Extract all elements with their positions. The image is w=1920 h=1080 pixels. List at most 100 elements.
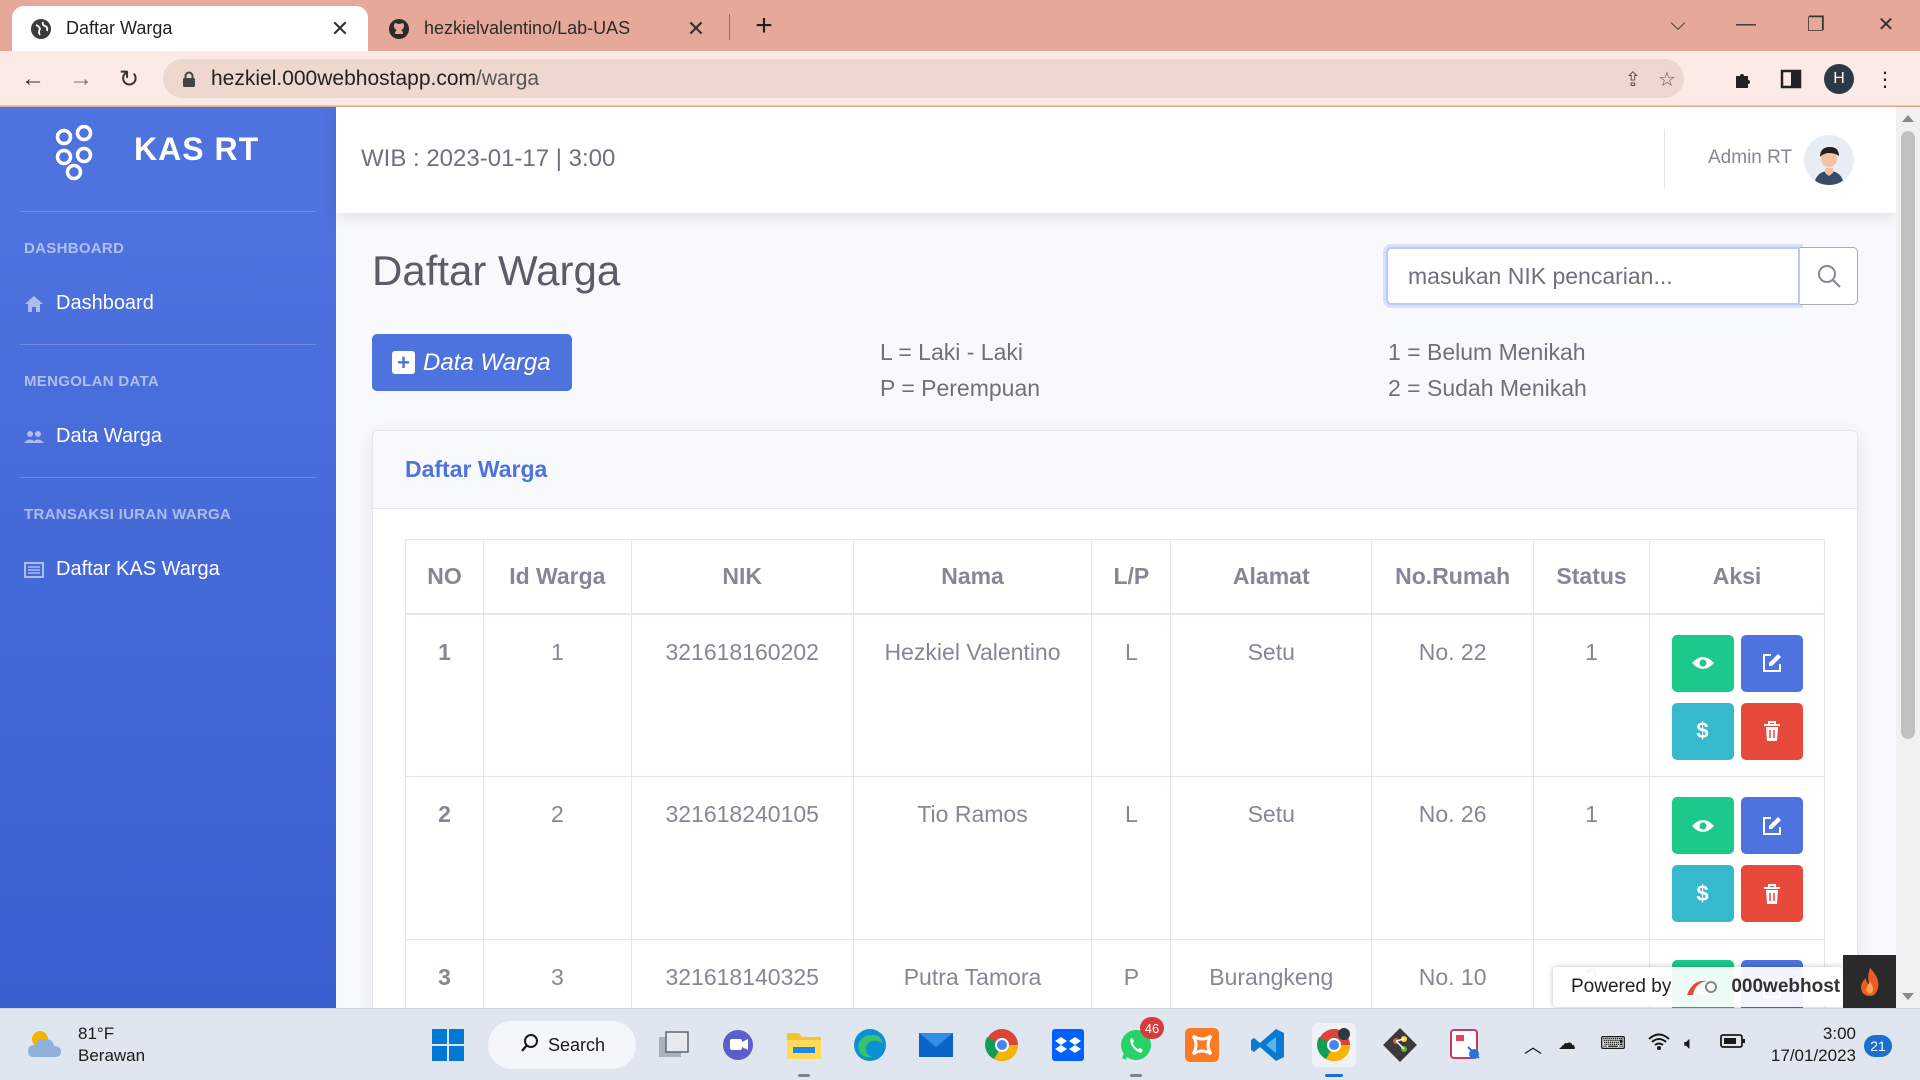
git-icon[interactable]: [1378, 1023, 1422, 1067]
sidebar-divider: [20, 477, 316, 478]
payment-button[interactable]: $: [1671, 865, 1734, 922]
wifi-icon[interactable]: [1648, 1033, 1670, 1056]
topbar-divider: [1664, 129, 1665, 189]
tab-daftar-warga[interactable]: Daftar Warga ✕: [12, 6, 368, 51]
column-header: Nama: [852, 539, 1093, 615]
column-header: Status: [1533, 539, 1651, 615]
person-avatar-icon: [1804, 135, 1854, 185]
chrome-icon[interactable]: [980, 1023, 1024, 1067]
address-bar[interactable]: hezkiel.000webhostapp.com/warga ⇪ ☆: [163, 59, 1684, 98]
add-data-warga-button[interactable]: + Data Warga: [372, 334, 572, 391]
tab-separator: [729, 14, 730, 40]
battery-icon[interactable]: [1720, 1033, 1746, 1054]
sidebar-heading-dashboard: DASHBOARD: [24, 240, 125, 257]
view-button[interactable]: [1671, 797, 1734, 854]
volume-icon[interactable]: 🔈︎: [1684, 1033, 1695, 1054]
weather-description: Berawan: [78, 1046, 146, 1065]
sidebar-heading-mengolan-data: MENGOLAN DATA: [24, 373, 159, 390]
user-name[interactable]: Admin RT: [1708, 147, 1792, 169]
reload-icon[interactable]: ↻: [112, 62, 146, 96]
cell-id-warga: 2: [482, 776, 632, 940]
dropbox-icon[interactable]: [1046, 1023, 1090, 1067]
search-button[interactable]: [1800, 247, 1858, 305]
mail-icon[interactable]: [914, 1023, 958, 1067]
extensions-puzzle-icon[interactable]: [1728, 64, 1758, 94]
page-scrollbar[interactable]: [1896, 107, 1920, 1008]
brand[interactable]: KAS RT: [54, 125, 259, 183]
browser-menu-icon[interactable]: ⋮: [1870, 64, 1900, 94]
close-tab-icon[interactable]: ✕: [326, 15, 354, 43]
forward-arrow-icon[interactable]: →: [64, 62, 98, 96]
keyboard-icon[interactable]: ⌨: [1600, 1033, 1626, 1054]
cell-status: 1: [1533, 776, 1651, 940]
tab-github-lab-uas[interactable]: hezkielvalentino/Lab-UAS ✕: [372, 6, 724, 51]
sidebar-item-label: Data Warga: [56, 425, 162, 447]
table-header-row: NO Id Warga NIK Nama L/P Alamat No.Rumah…: [405, 539, 1825, 615]
tab-search-chevron-icon[interactable]: ⌵: [1658, 8, 1698, 40]
xampp-icon[interactable]: [1180, 1023, 1224, 1067]
restore-icon[interactable]: ❐: [1796, 8, 1836, 40]
column-header: NO: [405, 539, 484, 615]
tray-overflow-chevron-icon[interactable]: ︿: [1524, 1033, 1542, 1059]
whatsapp-icon[interactable]: 46: [1114, 1017, 1164, 1077]
payment-button[interactable]: $: [1671, 702, 1734, 760]
vscode-icon[interactable]: [1246, 1023, 1290, 1067]
sidebar: KAS RT DASHBOARD Dashboard MENGOLAN DATA…: [0, 107, 336, 1008]
taskbar-search[interactable]: Search: [488, 1021, 636, 1069]
delete-button[interactable]: [1740, 865, 1803, 922]
profile-avatar[interactable]: H: [1824, 64, 1854, 94]
sidebar-item-dashboard[interactable]: Dashboard: [24, 292, 154, 315]
back-arrow-icon[interactable]: ←: [16, 62, 50, 96]
cell-alamat: Burangkeng: [1170, 939, 1373, 1008]
edit-button[interactable]: [1740, 634, 1803, 692]
close-tab-icon[interactable]: ✕: [682, 15, 710, 43]
topbar: WIB : 2023-01-17 | 3:00 Admin RT: [336, 107, 1896, 213]
brand-logo-icon: [55, 125, 93, 181]
view-button[interactable]: [1671, 634, 1734, 692]
windows-start-icon[interactable]: [426, 1023, 470, 1067]
sidebar-divider: [20, 211, 316, 212]
cell-aksi: $: [1649, 613, 1825, 777]
teams-chat-icon[interactable]: [716, 1023, 760, 1067]
chrome-profile-icon[interactable]: [1312, 1023, 1356, 1077]
cell-nama: Hezkiel Valentino: [852, 613, 1093, 777]
side-panel-icon[interactable]: [1776, 64, 1806, 94]
flame-icon[interactable]: [1843, 955, 1896, 1008]
edit-button[interactable]: [1740, 797, 1803, 854]
notification-count-badge[interactable]: 21: [1864, 1035, 1892, 1057]
sidebar-item-daftar-kas-warga[interactable]: Daftar KAS Warga: [24, 558, 220, 581]
running-indicator: [798, 1074, 810, 1077]
nik-search-input[interactable]: [1386, 247, 1800, 305]
weather-widget[interactable]: 81°F Berawan: [26, 1023, 145, 1067]
file-explorer-icon[interactable]: [782, 1023, 826, 1077]
taskbar-clock[interactable]: 3:00 17/01/2023: [1766, 1023, 1856, 1067]
cell-id-warga: 3: [482, 939, 632, 1008]
share-icon[interactable]: ⇪: [1620, 66, 1646, 92]
cell-lp: P: [1091, 939, 1172, 1008]
new-tab-button[interactable]: +: [748, 9, 780, 42]
task-view-icon[interactable]: [652, 1023, 696, 1067]
cell-alamat: Setu: [1170, 613, 1373, 777]
onedrive-cloud-icon[interactable]: ☁: [1558, 1033, 1576, 1054]
scroll-down-arrow-icon[interactable]: [1902, 993, 1914, 1000]
edge-browser-icon[interactable]: [848, 1023, 892, 1067]
scroll-up-arrow-icon[interactable]: [1902, 115, 1914, 122]
cell-no-rumah: No. 22: [1371, 613, 1535, 777]
cell-nik: 321618240105: [630, 776, 854, 940]
whatsapp-unread-badge: 46: [1140, 1017, 1164, 1039]
minimize-icon[interactable]: —: [1726, 8, 1766, 40]
scrollbar-thumb[interactable]: [1901, 131, 1915, 739]
url-path: /warga: [476, 66, 540, 90]
table-row: 2 2 321618240105 Tio Ramos L Setu No. 26…: [405, 776, 1825, 940]
sidebar-divider: [20, 344, 316, 345]
sidebar-item-data-warga[interactable]: Data Warga: [24, 425, 162, 448]
snipping-tool-icon[interactable]: [1444, 1023, 1488, 1067]
cell-no: 2: [405, 776, 484, 940]
sidebar-item-label: Daftar KAS Warga: [56, 558, 220, 580]
cell-nama: Tio Ramos: [852, 776, 1093, 940]
user-avatar[interactable]: [1804, 135, 1854, 185]
close-window-icon[interactable]: ✕: [1866, 8, 1906, 40]
powered-by-banner[interactable]: Powered by 000webhost: [1553, 967, 1843, 1007]
bookmark-star-icon[interactable]: ☆: [1654, 66, 1680, 92]
delete-button[interactable]: [1740, 702, 1803, 760]
